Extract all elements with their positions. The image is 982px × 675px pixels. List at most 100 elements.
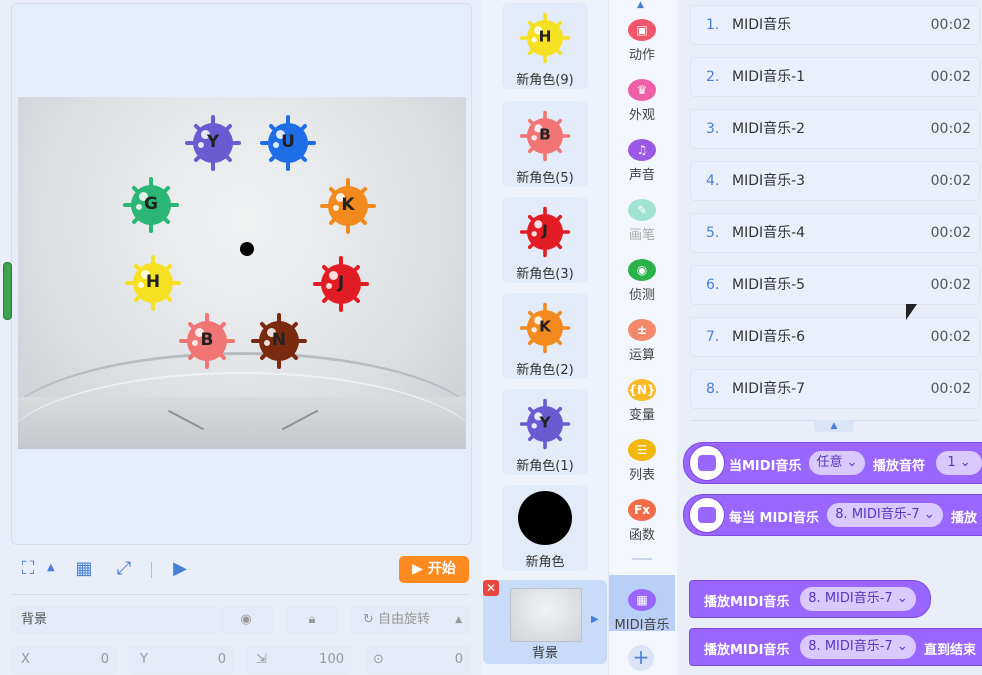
midi-select-num: 8. [808, 591, 821, 606]
category-6[interactable]: ± 运算 [609, 305, 675, 363]
sprite-thumbnail: J [519, 206, 571, 258]
play-midi-block[interactable]: 播放MIDI音乐 8. MIDI音乐-7 ⌄ [689, 580, 931, 618]
category-label: 画笔 [628, 228, 655, 243]
sound-number: 1. [706, 17, 720, 33]
category-9[interactable]: Fx 函数 [609, 485, 675, 543]
sprite-card[interactable]: J 新角色(3) [502, 197, 588, 283]
stage-sprite-n[interactable]: N [251, 313, 307, 369]
category-label: 运算 [628, 348, 655, 363]
sprite-thumbnail: H [519, 12, 571, 64]
sprite-letter: H [145, 272, 161, 292]
category-2[interactable]: ♛ 外观 [609, 65, 675, 123]
midi-select-num: 8. [808, 639, 821, 654]
sprite-name-input[interactable]: 背景 [11, 606, 217, 634]
stage-sprite-b[interactable]: B [179, 313, 235, 369]
stage-sprite-h[interactable]: H [125, 255, 181, 311]
midi-select-value: MIDI音乐-7 [851, 507, 920, 522]
category-7[interactable]: {N} 变量 [609, 365, 675, 423]
stage-sprite-k[interactable]: K [320, 178, 376, 234]
sound-item[interactable]: 2. MIDI音乐-1 00:02 [690, 57, 980, 97]
midi-icon [689, 445, 725, 481]
category-5[interactable]: ◉ 侦测 [609, 245, 675, 303]
sprite-card[interactable]: H 新角色(9) [502, 3, 588, 89]
sound-item[interactable]: 8. MIDI音乐-7 00:02 [690, 369, 980, 409]
sound-number: 7. [706, 329, 720, 345]
sprite-card[interactable]: 新角色 [502, 485, 588, 571]
category-10[interactable]: ▦ MIDI音乐 [609, 575, 675, 633]
backdrop-card[interactable]: ✕ 背景 ▶ [483, 580, 607, 664]
sprite-card-label: 新角色(1) [516, 459, 574, 474]
sprite-letter: N [271, 330, 287, 350]
sprite-card[interactable]: K 新角色(2) [502, 293, 588, 379]
block-label: 播放 [951, 511, 978, 526]
when-midi-plays-note-block[interactable]: 当MIDI音乐 任意 ⌄ 播放音符 1 ⌄ [683, 442, 982, 484]
category-4[interactable]: ✎ 画笔 [609, 185, 675, 243]
stage-sprite-g[interactable]: G [123, 177, 179, 233]
x-field[interactable]: X0 [11, 646, 117, 674]
sound-name: MIDI音乐 [732, 17, 792, 33]
toolbar-divider [151, 562, 152, 578]
direction-value: 0 [454, 652, 463, 667]
stage-canvas[interactable]: Y U G K H J B N [18, 97, 466, 449]
category-icon: ▦ [628, 589, 656, 611]
midi-select[interactable]: 任意 ⌄ [809, 451, 865, 475]
present-mode-icon[interactable]: ▶ [169, 558, 191, 580]
sound-item[interactable]: 3. MIDI音乐-2 00:02 [690, 109, 980, 149]
sprite-letter: G [144, 194, 158, 214]
category-icon: ♫ [628, 139, 656, 161]
size-field[interactable]: ⇲ 100 [246, 646, 352, 674]
sprite-card-label: 新角色(3) [516, 267, 574, 282]
sound-name: MIDI音乐-3 [732, 173, 806, 189]
category-3[interactable]: ♫ 声音 [609, 125, 675, 183]
sound-item[interactable]: 6. MIDI音乐-5 00:02 [690, 265, 980, 305]
sprite-card-label: 新角色(2) [516, 363, 574, 378]
midi-select[interactable]: 8. MIDI音乐-7 ⌄ [800, 635, 916, 659]
sound-duration: 00:02 [930, 225, 971, 241]
stage-sprite-j[interactable]: J [313, 256, 369, 312]
midi-select-value: 任意 [816, 455, 843, 470]
midi-select[interactable]: 8. MIDI音乐-7 ⌄ [800, 587, 916, 611]
lock-toggle[interactable]: 🔒︎ [285, 606, 339, 634]
category-1[interactable]: ▣ 动作 [609, 5, 675, 63]
add-extension-button[interactable]: + [628, 645, 654, 671]
y-value: 0 [217, 652, 226, 667]
sprite-letter: K [341, 195, 355, 215]
collapse-sounds-button[interactable]: ▲ [814, 420, 854, 432]
sound-name: MIDI音乐-4 [732, 225, 806, 241]
stage-resize-handle[interactable] [3, 262, 12, 320]
midi-select[interactable]: 8. MIDI音乐-7 ⌄ [827, 503, 943, 527]
start-label: 开始 [427, 561, 456, 577]
rotation-style-select[interactable]: ↻ 自由旋转 ▲ [351, 606, 470, 634]
chevron-right-icon[interactable]: ▶ [591, 614, 599, 625]
delete-backdrop-icon[interactable]: ✕ [483, 580, 499, 596]
visibility-toggle[interactable]: ◉ [219, 606, 273, 634]
start-button[interactable]: ▶ 开始 [399, 556, 469, 583]
sprite-card-label: 新角色(9) [516, 73, 574, 88]
stage-sprite-y[interactable]: Y [185, 115, 241, 171]
center-dot-sprite[interactable] [240, 242, 254, 256]
category-icon: ✎ [628, 199, 656, 221]
fullscreen-icon[interactable]: ⤢ [113, 558, 135, 580]
stage-size-dropdown-icon[interactable]: ▲ [47, 562, 55, 573]
sound-number: 2. [706, 69, 720, 85]
sound-duration: 00:02 [930, 277, 971, 293]
category-label: 侦测 [628, 288, 655, 303]
category-8[interactable]: ☰ 列表 [609, 425, 675, 483]
sound-item[interactable]: 4. MIDI音乐-3 00:02 [690, 161, 980, 201]
play-midi-until-done-block[interactable]: 播放MIDI音乐 8. MIDI音乐-7 ⌄ 直到结束 [689, 628, 982, 666]
sprite-card[interactable]: Y 新角色(1) [502, 389, 588, 475]
direction-field[interactable]: ⊙ 0 [365, 646, 471, 674]
sound-item[interactable]: 7. MIDI音乐-6 00:02 [690, 317, 980, 357]
sound-item[interactable]: 5. MIDI音乐-4 00:02 [690, 213, 980, 253]
sprite-card-label: 新角色 [525, 555, 565, 570]
note-select[interactable]: 1 ⌄ [936, 451, 982, 475]
grid-icon[interactable]: ▦ [73, 558, 95, 580]
each-midi-plays-block[interactable]: 每当 MIDI音乐 8. MIDI音乐-7 ⌄ 播放 [683, 494, 982, 536]
y-field[interactable]: Y0 [128, 646, 234, 674]
stage-size-icon[interactable]: ⛶ [17, 558, 39, 580]
stage-sprite-u[interactable]: U [260, 115, 316, 171]
sprite-thumbnail: Y [519, 398, 571, 450]
sprite-card[interactable]: B 新角色(5) [502, 101, 588, 187]
sound-name: MIDI音乐-1 [732, 69, 806, 85]
sound-item[interactable]: 1. MIDI音乐 00:02 [690, 5, 980, 45]
